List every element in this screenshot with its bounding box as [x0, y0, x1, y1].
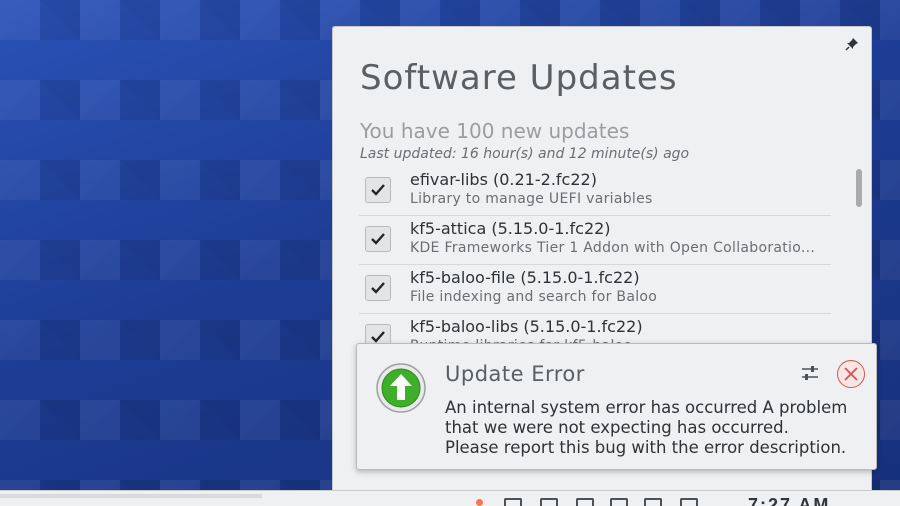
list-item[interactable]: kf5-baloo-file (5.15.0-1.fc22) File inde… [359, 265, 831, 314]
updates-count-text: You have 100 new updates [360, 119, 630, 143]
notification-body: An internal system error has occurred A … [445, 398, 873, 458]
display-icon[interactable] [644, 498, 662, 506]
network-icon[interactable] [540, 498, 558, 506]
update-list: efivar-libs (0.21-2.fc22) Library to man… [359, 167, 831, 367]
package-description: File indexing and search for Baloo [410, 289, 658, 305]
package-description: KDE Frameworks Tier 1 Addon with Open Co… [410, 240, 816, 256]
notification-line: that we were not expecting has occurred. [445, 418, 789, 437]
update-error-notification: Update Error An internal system error ha… [356, 343, 877, 470]
notification-line: An internal system error has occurred A … [445, 398, 848, 417]
package-description: Library to manage UEFI variables [410, 191, 653, 207]
close-button[interactable] [837, 360, 865, 388]
notification-indicator-icon[interactable] [476, 499, 483, 506]
checkmark-icon [371, 282, 385, 294]
task-manager-strip [0, 494, 262, 498]
notification-line: Please report this bug with the error de… [445, 438, 847, 457]
checkmark-icon [371, 331, 385, 343]
close-icon [844, 367, 858, 381]
checkmark-icon [371, 184, 385, 196]
package-name: kf5-attica (5.15.0-1.fc22) [410, 219, 611, 238]
checkmark-icon [371, 233, 385, 245]
notification-title: Update Error [445, 362, 585, 386]
list-item[interactable]: kf5-attica (5.15.0-1.fc22) KDE Framework… [359, 216, 831, 265]
clipboard-icon[interactable] [504, 498, 522, 506]
settings-sliders-icon[interactable] [801, 364, 819, 382]
list-item[interactable]: efivar-libs (0.21-2.fc22) Library to man… [359, 167, 831, 216]
package-name: kf5-baloo-file (5.15.0-1.fc22) [410, 268, 640, 287]
package-name: kf5-baloo-libs (5.15.0-1.fc22) [410, 317, 643, 336]
clock[interactable]: 7:27 AM [748, 495, 830, 506]
package-name: efivar-libs (0.21-2.fc22) [410, 170, 597, 189]
pin-icon[interactable] [845, 37, 859, 51]
update-checkbox[interactable] [365, 226, 391, 252]
update-arrow-icon [376, 363, 426, 413]
last-updated-text: Last updated: 16 hour(s) and 12 minute(s… [360, 146, 690, 162]
update-checkbox[interactable] [365, 275, 391, 301]
update-checkbox[interactable] [365, 177, 391, 203]
panel-title: Software Updates [360, 58, 678, 98]
scrollbar-thumb[interactable] [856, 169, 862, 207]
volume-icon[interactable] [576, 498, 594, 506]
updates-tray-icon[interactable] [680, 498, 698, 506]
volume-mute-icon[interactable] [610, 498, 628, 506]
